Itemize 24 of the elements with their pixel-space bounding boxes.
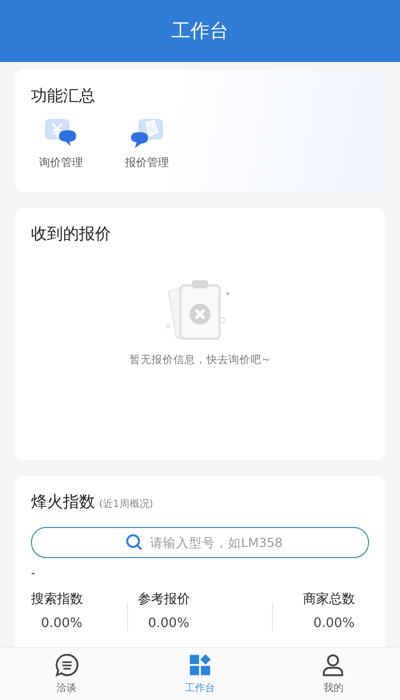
- card-subtitle: (近1周概况): [99, 498, 154, 511]
- stat-value: 0.00%: [147, 616, 190, 631]
- empty-message: 暂无报价信息，快去询价吧~: [130, 353, 270, 367]
- tab[interactable]: 洽谈: [0, 648, 134, 700]
- stat-value: 0.00%: [312, 616, 355, 631]
- stat-label: 参考报价: [138, 591, 191, 608]
- search-icon: [125, 533, 143, 551]
- stat-value: 0.00%: [40, 616, 84, 631]
- stat-label: 商家总数: [303, 591, 355, 608]
- person-icon: [321, 653, 346, 677]
- header-title: 工作台: [172, 19, 228, 44]
- tab[interactable]: 我的: [266, 648, 400, 700]
- stat-label: 搜索指数: [31, 591, 84, 608]
- chat-icon: [54, 653, 79, 677]
- function-item[interactable]: 报价管理: [125, 117, 169, 170]
- card-title: 功能汇总: [31, 86, 96, 107]
- search-field[interactable]: 请输入型号，如LM358: [31, 527, 369, 558]
- tab[interactable]: 工作台: [133, 648, 267, 700]
- tag-chat-icon: [128, 117, 166, 151]
- card-title: 收到的报价: [31, 224, 112, 245]
- function-item[interactable]: 询价管理: [39, 117, 83, 170]
- model-text: -: [31, 566, 36, 580]
- grid-icon: [188, 653, 212, 677]
- card-title: 烽火指数: [31, 492, 95, 513]
